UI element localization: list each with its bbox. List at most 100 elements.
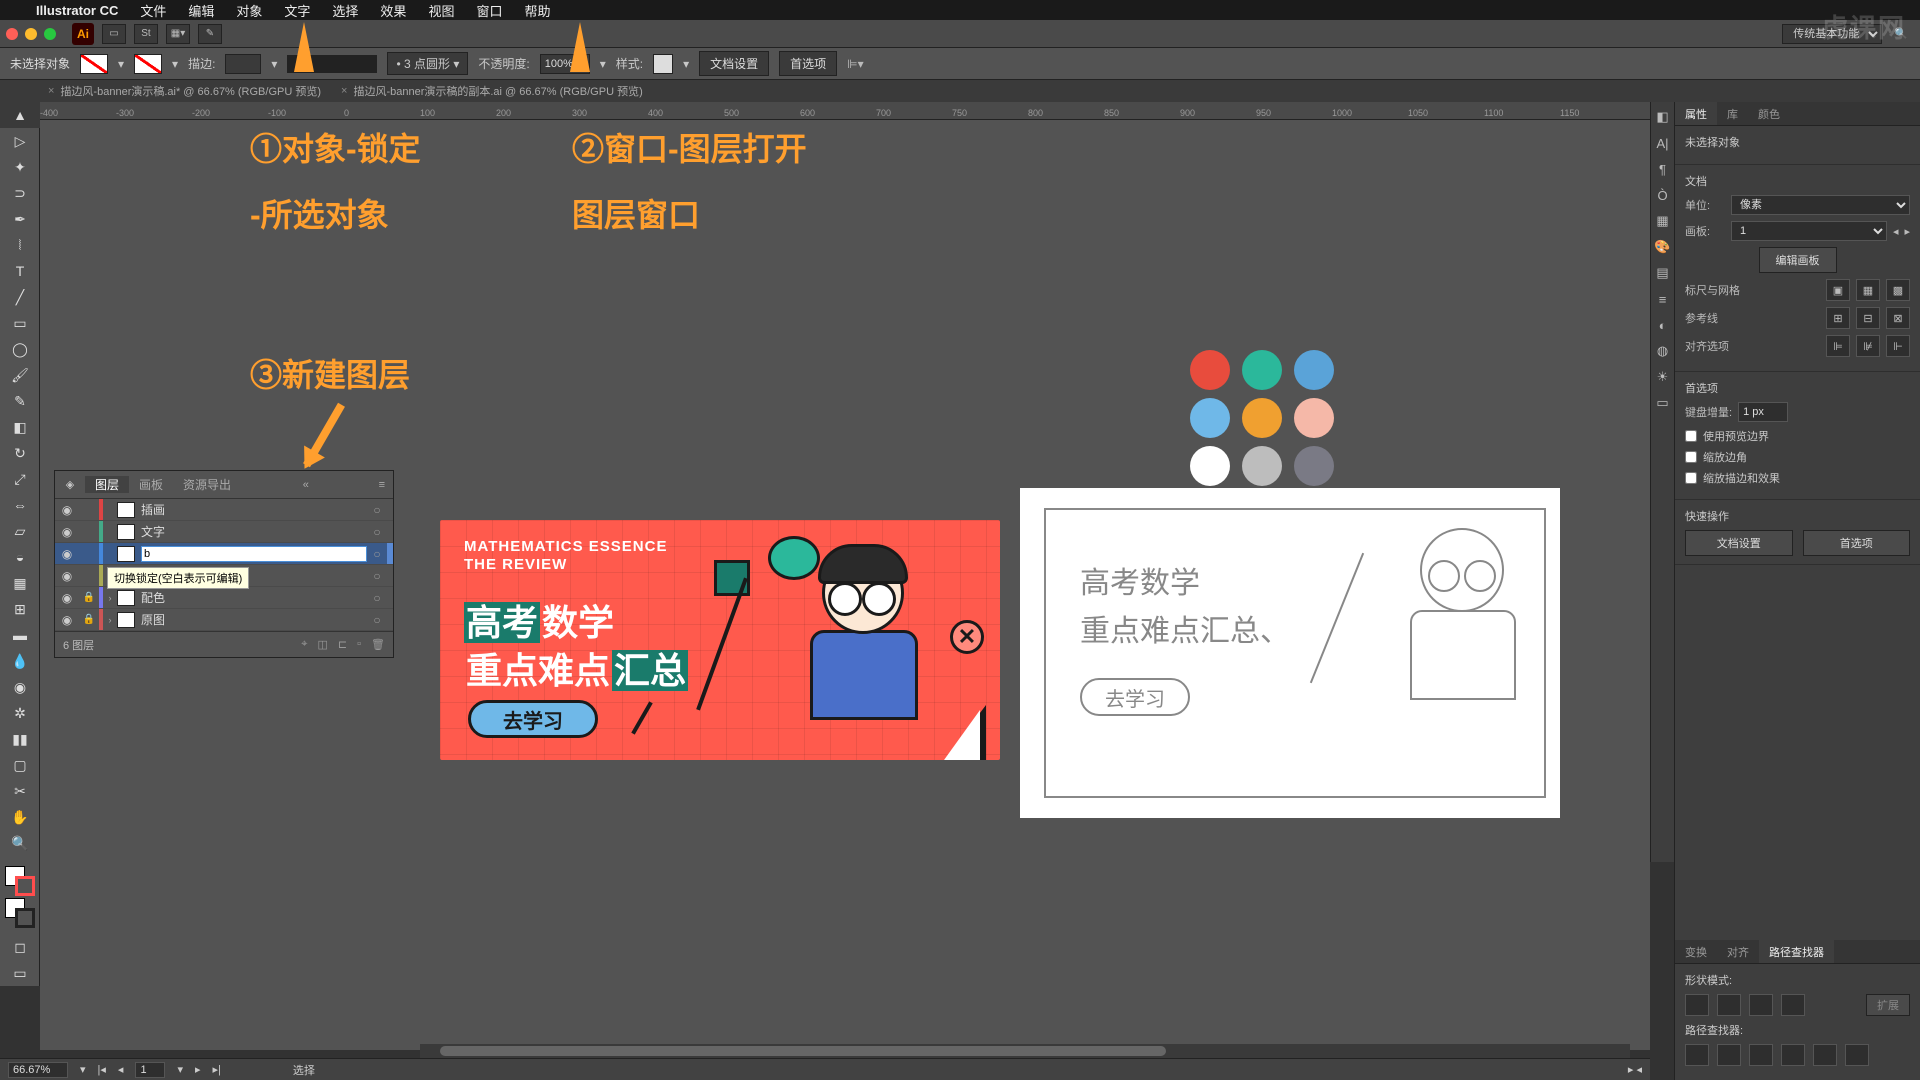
zoom-window-button[interactable] — [44, 28, 56, 40]
zoom-tool[interactable]: 🔍 — [0, 830, 40, 856]
dock-stroke-icon[interactable]: ≡ — [1654, 290, 1672, 308]
doc-tab-2[interactable]: ×描边风-banner演示稿的副本.ai @ 66.67% (RGB/GPU 预… — [333, 81, 651, 101]
stroke-width-input[interactable] — [225, 54, 261, 74]
dock-type-icon[interactable]: A| — [1654, 134, 1672, 152]
intersect-icon[interactable] — [1749, 994, 1773, 1016]
edit-artboards-button[interactable]: 编辑画板 — [1759, 247, 1837, 273]
menu-view[interactable]: 视图 — [428, 1, 454, 20]
selection-tool[interactable]: ▲ — [0, 102, 40, 128]
width-tool[interactable]: ⇔ — [0, 492, 40, 518]
stroke-swatch[interactable] — [134, 54, 162, 74]
merge-icon[interactable] — [1749, 1044, 1773, 1066]
chrome-arrange-icon[interactable]: ▦▾ — [166, 24, 190, 44]
stroke-profile[interactable]: • 3 点圆形 ▾ — [387, 52, 468, 75]
collapse-icon[interactable]: « — [295, 479, 317, 491]
lock-toggle-icon[interactable]: 🔒 — [79, 592, 99, 603]
divide-icon[interactable] — [1685, 1044, 1709, 1066]
artboard-tool[interactable]: ▢ — [0, 752, 40, 778]
app-name[interactable]: Illustrator CC — [36, 3, 118, 18]
new-layer-icon[interactable]: ▫ — [357, 638, 361, 651]
type-tool[interactable]: T — [0, 258, 40, 284]
key-increment-input[interactable] — [1738, 402, 1788, 422]
dock-graphic-styles-icon[interactable]: ▭ — [1654, 394, 1672, 412]
menu-object[interactable]: 对象 — [236, 1, 262, 20]
asset-export-tab[interactable]: 资源导出 — [173, 476, 241, 493]
free-transform-tool[interactable]: ▱ — [0, 518, 40, 544]
chrome-brush-icon[interactable]: ✎ — [198, 24, 222, 44]
nav-first-icon[interactable]: |◂ — [98, 1063, 106, 1076]
preferences-button[interactable]: 首选项 — [779, 51, 837, 76]
doc-tab-1[interactable]: ×描边风-banner演示稿.ai* @ 66.67% (RGB/GPU 预览) — [40, 81, 329, 101]
ai-home-icon[interactable]: Ai — [72, 23, 94, 45]
minimize-window-button[interactable] — [25, 28, 37, 40]
smart-guides-icon[interactable]: ⊠ — [1886, 307, 1910, 329]
close-window-button[interactable] — [6, 28, 18, 40]
tab-pathfinder[interactable]: 路径查找器 — [1759, 940, 1834, 963]
tab-properties[interactable]: 属性 — [1675, 102, 1717, 125]
screen-mode-icon[interactable]: ▭ — [0, 960, 40, 986]
ruler-icon[interactable]: ▣ — [1826, 279, 1850, 301]
dock-transparency-icon[interactable]: ◍ — [1654, 342, 1672, 360]
eraser-tool[interactable]: ◧ — [0, 414, 40, 440]
chrome-doc-icon[interactable]: ▭ — [102, 24, 126, 44]
layer-row[interactable]: ◉ 文字 ○ — [55, 521, 393, 543]
layer-row[interactable]: ◉ 🔒 › 原图 ○ — [55, 609, 393, 631]
trim-icon[interactable] — [1717, 1044, 1741, 1066]
align-icon[interactable]: ⊫▾ — [847, 57, 863, 71]
graph-tool[interactable]: ▮▮ — [0, 726, 40, 752]
use-preview-bounds-checkbox[interactable] — [1685, 430, 1697, 442]
fill-swatch[interactable] — [80, 54, 108, 74]
layers-tab[interactable]: 图层 — [85, 476, 129, 493]
minus-front-icon[interactable] — [1717, 994, 1741, 1016]
line-tool[interactable]: ╱ — [0, 284, 40, 310]
panel-menu-icon[interactable]: ≡ — [371, 479, 393, 491]
visibility-toggle-icon[interactable]: ◉ — [55, 591, 79, 605]
visibility-toggle-icon[interactable]: ◉ — [55, 503, 79, 517]
grid-icon[interactable]: ▦ — [1856, 279, 1880, 301]
direct-selection-tool[interactable]: ▷ — [0, 128, 40, 154]
gradient-tool[interactable]: ▬ — [0, 622, 40, 648]
menu-help[interactable]: 帮助 — [524, 1, 550, 20]
dock-color-icon[interactable]: 🎨 — [1654, 238, 1672, 256]
lasso-tool[interactable]: ⊃ — [0, 180, 40, 206]
scale-tool[interactable]: ⤢ — [0, 466, 40, 492]
zoom-input[interactable] — [8, 1062, 68, 1078]
target-icon[interactable]: ○ — [367, 547, 387, 561]
layer-name-input[interactable] — [141, 546, 367, 562]
document-setup-button[interactable]: 文档设置 — [699, 51, 769, 76]
layers-panel-icon[interactable]: ◈ — [55, 478, 85, 491]
target-icon[interactable]: ○ — [367, 569, 387, 583]
menu-type[interactable]: 文字 — [284, 1, 310, 20]
unite-icon[interactable] — [1685, 994, 1709, 1016]
dock-glyph-icon[interactable]: Ò — [1654, 186, 1672, 204]
visibility-toggle-icon[interactable]: ◉ — [55, 569, 79, 583]
symbol-sprayer-tool[interactable]: ✲ — [0, 700, 40, 726]
menu-file[interactable]: 文件 — [140, 1, 166, 20]
transparency-grid-icon[interactable]: ▩ — [1886, 279, 1910, 301]
menu-window[interactable]: 窗口 — [476, 1, 502, 20]
menu-edit[interactable]: 编辑 — [188, 1, 214, 20]
create-sublayer-icon[interactable]: ⊏ — [338, 638, 347, 651]
artboards-tab[interactable]: 画板 — [129, 476, 173, 493]
layer-row[interactable]: ◉ 🔒 › 配色 ○ — [55, 587, 393, 609]
dock-swatch-icon[interactable]: ▤ — [1654, 264, 1672, 282]
tab-color[interactable]: 颜色 — [1748, 102, 1790, 125]
prev-artboard-icon[interactable]: ◂ — [1893, 225, 1899, 238]
lock-toggle-icon[interactable]: 🔒 — [79, 614, 99, 625]
make-clipping-mask-icon[interactable]: ◫ — [318, 638, 328, 651]
scale-corners-checkbox[interactable] — [1685, 451, 1697, 463]
doc-setup-quick-button[interactable]: 文档设置 — [1685, 530, 1793, 556]
artboard-nav-input[interactable] — [135, 1062, 165, 1078]
layer-name[interactable]: 文字 — [141, 523, 367, 540]
horizontal-ruler[interactable]: -400-300-200-100010020030040050060070075… — [40, 102, 1650, 120]
align-key-icon[interactable]: ⊩ — [1886, 335, 1910, 357]
close-tab-icon[interactable]: × — [341, 85, 347, 97]
visibility-toggle-icon[interactable]: ◉ — [55, 525, 79, 539]
layer-row[interactable]: ◉ 插画 ○ — [55, 499, 393, 521]
target-icon[interactable]: ○ — [367, 503, 387, 517]
fill-stroke-swatch[interactable] — [5, 866, 35, 896]
nav-last-icon[interactable]: ▸| — [213, 1063, 221, 1076]
tab-transform[interactable]: 变换 — [1675, 940, 1717, 963]
horizontal-scrollbar[interactable] — [420, 1044, 1630, 1058]
nav-next-icon[interactable]: ▸ — [195, 1063, 201, 1076]
